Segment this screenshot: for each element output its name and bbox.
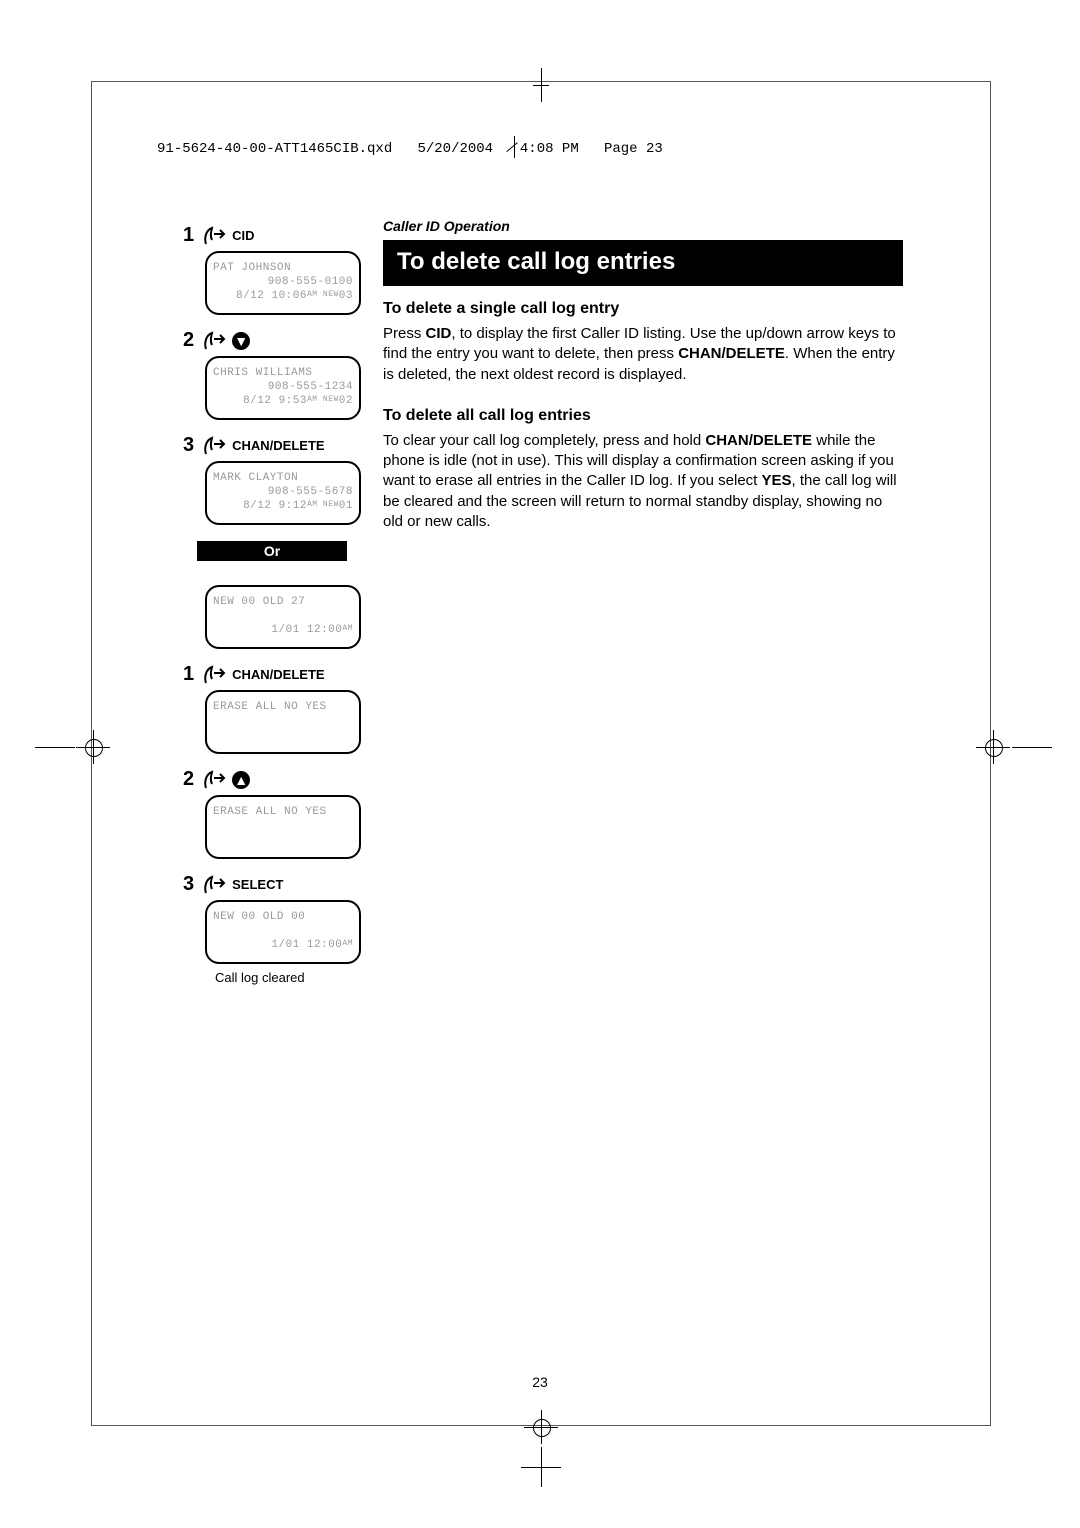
step-label: CID <box>232 228 254 243</box>
print-time: 4:08 PM <box>520 141 579 157</box>
fold-mark-icon <box>510 140 520 154</box>
print-header: 91-5624-40-00-ATT1465CIB.qxd 5/20/2004 4… <box>157 140 663 157</box>
lcd-screen: PAT JOHNSON 908-555-0100 8/12 10:06AM NE… <box>205 251 361 315</box>
step-number: 3 <box>183 434 194 457</box>
page-number: 23 <box>0 1374 1080 1390</box>
lcd-line: NEW 00 OLD 27 <box>213 596 353 610</box>
print-date: 5/20/2004 <box>417 141 493 157</box>
step-b1: 1 CHAN/DELETE <box>183 663 363 686</box>
step-b2: 2 ▲ <box>183 768 363 791</box>
crop-mark-left <box>76 730 110 764</box>
or-divider: Or <box>197 541 347 561</box>
step-number: 2 <box>183 329 194 352</box>
lcd-line: ERASE ALL NO YES <box>213 806 353 820</box>
press-icon <box>200 226 226 246</box>
crop-mark-right <box>976 730 1010 764</box>
step-label: CHAN/DELETE <box>232 438 324 453</box>
up-arrow-icon: ▲ <box>232 771 250 789</box>
lcd-screen: NEW 00 OLD 00 1/01 12:00AM <box>205 900 361 964</box>
press-icon <box>200 436 226 456</box>
subheading: To delete a single call log entry <box>383 300 903 318</box>
section-label: Caller ID Operation <box>383 218 903 234</box>
press-icon <box>200 875 226 895</box>
step-a1: 1 CID <box>183 224 363 247</box>
step-label: SELECT <box>232 877 283 892</box>
step-number: 1 <box>183 224 194 247</box>
body-paragraph: Press CID, to display the first Caller I… <box>383 324 903 385</box>
press-icon <box>200 770 226 790</box>
crop-line <box>1012 747 1052 748</box>
crop-mark-bottom <box>524 1410 558 1444</box>
lcd-line: MARK CLAYTON <box>213 472 353 486</box>
press-icon <box>200 665 226 685</box>
lcd-screen: ERASE ALL NO YES <box>205 690 361 754</box>
crop-line <box>35 747 75 748</box>
print-file: 91-5624-40-00-ATT1465CIB.qxd <box>157 141 392 157</box>
lcd-line: 908-555-5678 <box>213 486 353 500</box>
crop-line <box>541 1447 542 1487</box>
lcd-screen: NEW 00 OLD 27 1/01 12:00AM <box>205 585 361 649</box>
print-page: Page 23 <box>604 141 663 157</box>
down-arrow-icon: ▼ <box>232 332 250 350</box>
lcd-line: 1/01 12:00AM <box>213 624 353 638</box>
lcd-line: ERASE ALL NO YES <box>213 701 353 715</box>
step-a3: 3 CHAN/DELETE <box>183 434 363 457</box>
lcd-line: NEW 00 OLD 00 <box>213 911 353 925</box>
step-number: 2 <box>183 768 194 791</box>
lcd-screen: ERASE ALL NO YES <box>205 795 361 859</box>
lcd-line: 8/12 9:12AM NEW01 <box>213 500 353 514</box>
lcd-screen: MARK CLAYTON 908-555-5678 8/12 9:12AM NE… <box>205 461 361 525</box>
lcd-line: 1/01 12:00AM <box>213 939 353 953</box>
step-number: 3 <box>183 873 194 896</box>
page-title: To delete call log entries <box>383 240 903 286</box>
step-label: CHAN/DELETE <box>232 667 324 682</box>
crop-mark-top <box>524 68 558 102</box>
lcd-line: PAT JOHNSON <box>213 262 353 276</box>
lcd-line: 908-555-1234 <box>213 381 353 395</box>
body-paragraph: To clear your call log completely, press… <box>383 431 903 532</box>
lcd-line: 908-555-0100 <box>213 276 353 290</box>
caption: Call log cleared <box>215 970 363 985</box>
lcd-screen: CHRIS WILLIAMS 908-555-1234 8/12 9:53AM … <box>205 356 361 420</box>
subheading: To delete all call log entries <box>383 407 903 425</box>
lcd-line: 8/12 9:53AM NEW02 <box>213 395 353 409</box>
lcd-line: CHRIS WILLIAMS <box>213 367 353 381</box>
press-icon <box>200 331 226 351</box>
step-a2: 2 ▼ <box>183 329 363 352</box>
step-number: 1 <box>183 663 194 686</box>
step-b3: 3 SELECT <box>183 873 363 896</box>
lcd-line: 8/12 10:06AM NEW03 <box>213 290 353 304</box>
